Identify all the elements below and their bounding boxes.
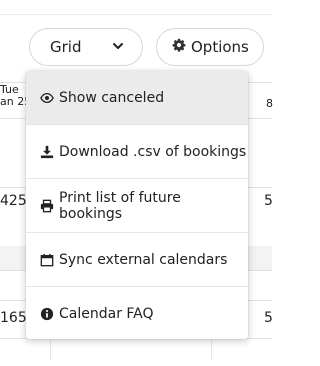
menu-item-label: Sync external calendars xyxy=(59,251,228,268)
view-select-value: Grid xyxy=(50,38,82,56)
menu-item-download-csv[interactable]: Download .csv of bookings xyxy=(26,125,248,179)
gear-icon xyxy=(172,38,186,56)
cell-value: 165 xyxy=(0,310,27,326)
options-menu: Show canceled Download .csv of bookings … xyxy=(26,71,248,339)
info-icon xyxy=(40,307,54,321)
day-header-right: 8 xyxy=(266,97,273,110)
printer-icon xyxy=(40,199,54,213)
options-button[interactable]: Options xyxy=(156,28,264,66)
cell-value: 5 xyxy=(264,193,273,209)
options-label: Options xyxy=(191,38,249,56)
menu-item-sync-calendars[interactable]: Sync external calendars xyxy=(26,233,248,287)
menu-item-print-bookings[interactable]: Print list of future bookings xyxy=(26,179,248,233)
calendar-icon xyxy=(40,253,54,267)
menu-item-label: Download .csv of bookings xyxy=(59,143,247,160)
eye-icon xyxy=(40,91,54,105)
chevron-down-icon xyxy=(112,38,124,56)
top-divider xyxy=(0,14,272,15)
menu-item-show-canceled[interactable]: Show canceled xyxy=(26,71,248,125)
menu-item-label: Calendar FAQ xyxy=(59,306,154,322)
menu-item-label: Print list of future bookings xyxy=(59,189,181,222)
view-select[interactable]: Grid xyxy=(29,28,143,66)
menu-item-label: Show canceled xyxy=(59,89,165,106)
cell-value: 425 xyxy=(0,193,27,209)
menu-item-calendar-faq[interactable]: Calendar FAQ xyxy=(26,287,248,339)
download-icon xyxy=(40,145,54,159)
cell-value: 5 xyxy=(264,310,273,326)
